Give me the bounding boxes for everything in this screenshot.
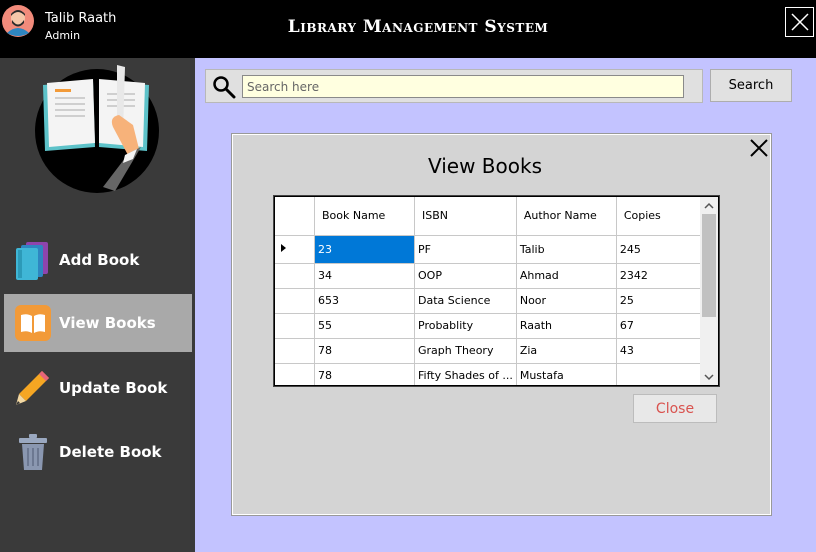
window-close-button[interactable] [785,7,814,37]
app-window: Talib Raath Admin Library Management Sys… [0,0,816,552]
table-cell[interactable]: 23 [314,235,415,264]
view-books-dialog: View Books Book Name ISBN Author Name Co… [231,133,772,516]
table-cell[interactable]: 653 [314,288,415,314]
vertical-scrollbar[interactable] [700,197,718,385]
table-cell[interactable]: 43 [616,338,703,364]
pencil-icon [14,368,52,408]
search-icon [213,76,236,99]
close-icon [750,139,768,157]
column-header-author-name[interactable]: Author Name [516,197,617,236]
row-header[interactable] [275,338,315,364]
table-cell[interactable]: OOP [414,263,517,289]
table-cell[interactable]: 245 [616,235,703,264]
table-cell[interactable] [616,363,703,385]
table-cell[interactable]: 78 [314,363,415,385]
column-header-isbn[interactable]: ISBN [414,197,517,236]
row-header-corner [275,197,315,236]
dialog-title: View Books [427,154,542,178]
sidebar-item-view-books[interactable]: View Books [4,294,192,352]
table-cell[interactable]: Zia [516,338,617,364]
reading-book-logo-icon [35,65,159,193]
table-row[interactable]: 55 Probablity Raath 67 [275,313,703,339]
table-cell[interactable]: PF [414,235,517,264]
books-icon [14,240,52,280]
close-icon [790,13,809,31]
table-cell[interactable]: 2342 [616,263,703,289]
current-row-indicator[interactable] [275,235,315,264]
table-row[interactable]: 78 Fifty Shades of ... Mustafa [275,363,703,385]
table-cell[interactable]: 25 [616,288,703,314]
chevron-down-icon [704,373,714,380]
row-pointer-icon [281,243,286,252]
main-content: Search View Books Book Name ISBN Author … [195,58,816,552]
table-cell[interactable]: Noor [516,288,617,314]
table-cell[interactable]: 55 [314,313,415,339]
table-cell[interactable]: Probablity [414,313,517,339]
table-row[interactable]: 78 Graph Theory Zia 43 [275,338,703,364]
chevron-up-icon [704,202,714,209]
app-title: Library Management System [287,17,549,37]
sidebar-item-add-book[interactable]: Add Book [4,231,192,289]
table-cell[interactable]: Raath [516,313,617,339]
sidebar-item-label: Add Book [59,251,140,269]
table-cell[interactable]: Ahmad [516,263,617,289]
table-header-row: Book Name ISBN Author Name Copies [275,197,703,236]
close-button[interactable]: Close [633,394,717,423]
search-input[interactable] [242,75,684,98]
row-header[interactable] [275,288,315,314]
table-cell[interactable]: 34 [314,263,415,289]
row-header[interactable] [275,363,315,385]
sidebar-item-label: View Books [59,314,156,332]
table-cell[interactable]: 78 [314,338,415,364]
books-table: Book Name ISBN Author Name Copies 23 PF … [273,195,720,387]
sidebar: Add Book View Books Update Book Delete B… [0,58,195,552]
row-header[interactable] [275,263,315,289]
dialog-close-button[interactable] [748,137,770,159]
sidebar-item-label: Update Book [59,379,168,397]
table-cell[interactable]: Fifty Shades of ... [414,363,517,385]
table-cell[interactable]: Mustafa [516,363,617,385]
sidebar-item-update-book[interactable]: Update Book [4,359,192,417]
table-cell[interactable]: Talib [516,235,617,264]
scroll-up-button[interactable] [700,197,718,214]
search-button[interactable]: Search [710,69,792,102]
column-header-copies[interactable]: Copies [616,197,703,236]
table-cell[interactable]: Data Science [414,288,517,314]
sidebar-item-delete-book[interactable]: Delete Book [4,423,192,481]
table-row[interactable]: 653 Data Science Noor 25 [275,288,703,314]
trash-icon [14,432,52,472]
table-cell[interactable]: Graph Theory [414,338,517,364]
scroll-down-button[interactable] [700,368,718,385]
title-bar: Talib Raath Admin Library Management Sys… [0,0,816,58]
row-header[interactable] [275,313,315,339]
scroll-thumb[interactable] [702,214,716,317]
table-cell[interactable]: 67 [616,313,703,339]
column-header-book-name[interactable]: Book Name [314,197,415,236]
table-row[interactable]: 34 OOP Ahmad 2342 [275,263,703,289]
table-row[interactable]: 23 PF Talib 245 [275,235,703,264]
sidebar-item-label: Delete Book [59,443,162,461]
open-book-icon [14,303,52,343]
search-bar [205,69,703,103]
